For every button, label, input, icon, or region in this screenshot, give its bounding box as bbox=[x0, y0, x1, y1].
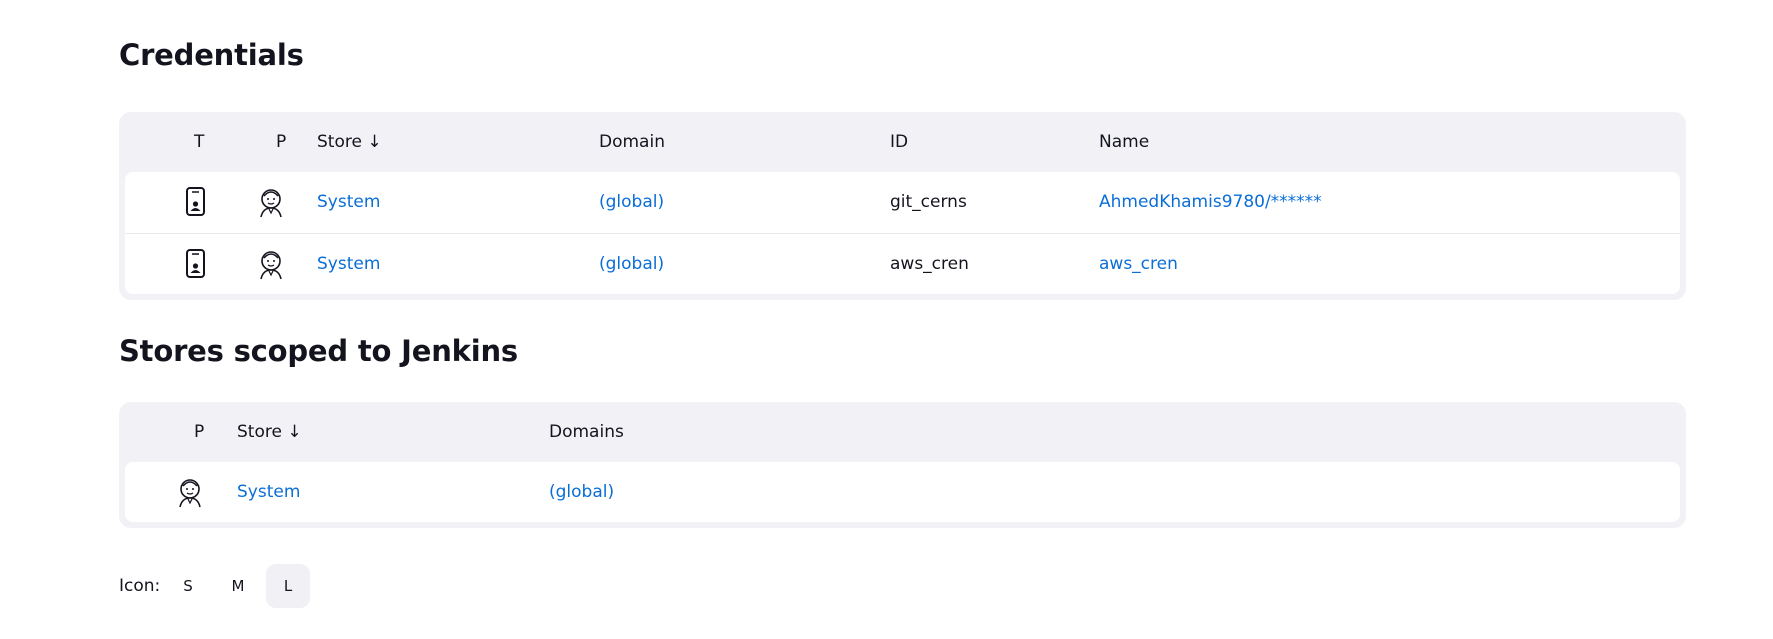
credential-name-link[interactable]: aws_cren bbox=[1099, 254, 1178, 274]
jenkins-icon bbox=[175, 476, 205, 508]
icon-size-small-button[interactable]: S bbox=[166, 564, 210, 608]
stores-heading: Stores scoped to Jenkins bbox=[119, 334, 518, 368]
icon-size-label: Icon: bbox=[119, 576, 161, 596]
column-header-provider[interactable]: P bbox=[194, 422, 204, 442]
stores-table-body: System (global) bbox=[125, 462, 1680, 522]
column-header-store[interactable]: Store ↓ bbox=[317, 132, 382, 152]
domain-link[interactable]: (global) bbox=[599, 254, 664, 274]
table-row: System (global) git_cerns AhmedKhamis978… bbox=[125, 172, 1680, 233]
credential-card-icon bbox=[180, 186, 210, 218]
store-link[interactable]: System bbox=[237, 482, 300, 502]
stores-table-header: P Store ↓ Domains bbox=[119, 402, 1686, 462]
store-link[interactable]: System bbox=[317, 254, 380, 274]
column-header-name[interactable]: Name bbox=[1099, 132, 1149, 152]
domain-link[interactable]: (global) bbox=[599, 192, 664, 212]
column-header-id[interactable]: ID bbox=[890, 132, 908, 152]
credential-id: git_cerns bbox=[890, 192, 967, 212]
stores-table: P Store ↓ Domains System (global) bbox=[119, 402, 1686, 528]
domain-link[interactable]: (global) bbox=[549, 482, 614, 502]
credential-id: aws_cren bbox=[890, 254, 969, 274]
credential-card-icon bbox=[180, 248, 210, 280]
credentials-table: T P Store ↓ Domain ID Name System (globa… bbox=[119, 112, 1686, 300]
column-header-provider[interactable]: P bbox=[276, 132, 286, 152]
table-row: System (global) aws_cren aws_cren bbox=[125, 233, 1680, 294]
column-header-type[interactable]: T bbox=[194, 132, 204, 152]
column-header-store[interactable]: Store ↓ bbox=[237, 422, 302, 442]
credentials-table-body: System (global) git_cerns AhmedKhamis978… bbox=[125, 172, 1680, 294]
jenkins-icon bbox=[256, 248, 286, 280]
column-header-domain[interactable]: Domain bbox=[599, 132, 665, 152]
column-header-domains[interactable]: Domains bbox=[549, 422, 624, 442]
icon-size-medium-button[interactable]: M bbox=[216, 564, 260, 608]
credentials-table-header: T P Store ↓ Domain ID Name bbox=[119, 112, 1686, 172]
icon-size-large-button[interactable]: L bbox=[266, 564, 310, 608]
credential-name-link[interactable]: AhmedKhamis9780/****** bbox=[1099, 192, 1322, 212]
table-row: System (global) bbox=[125, 462, 1680, 522]
store-link[interactable]: System bbox=[317, 192, 380, 212]
credentials-heading: Credentials bbox=[119, 38, 304, 72]
jenkins-icon bbox=[256, 186, 286, 218]
